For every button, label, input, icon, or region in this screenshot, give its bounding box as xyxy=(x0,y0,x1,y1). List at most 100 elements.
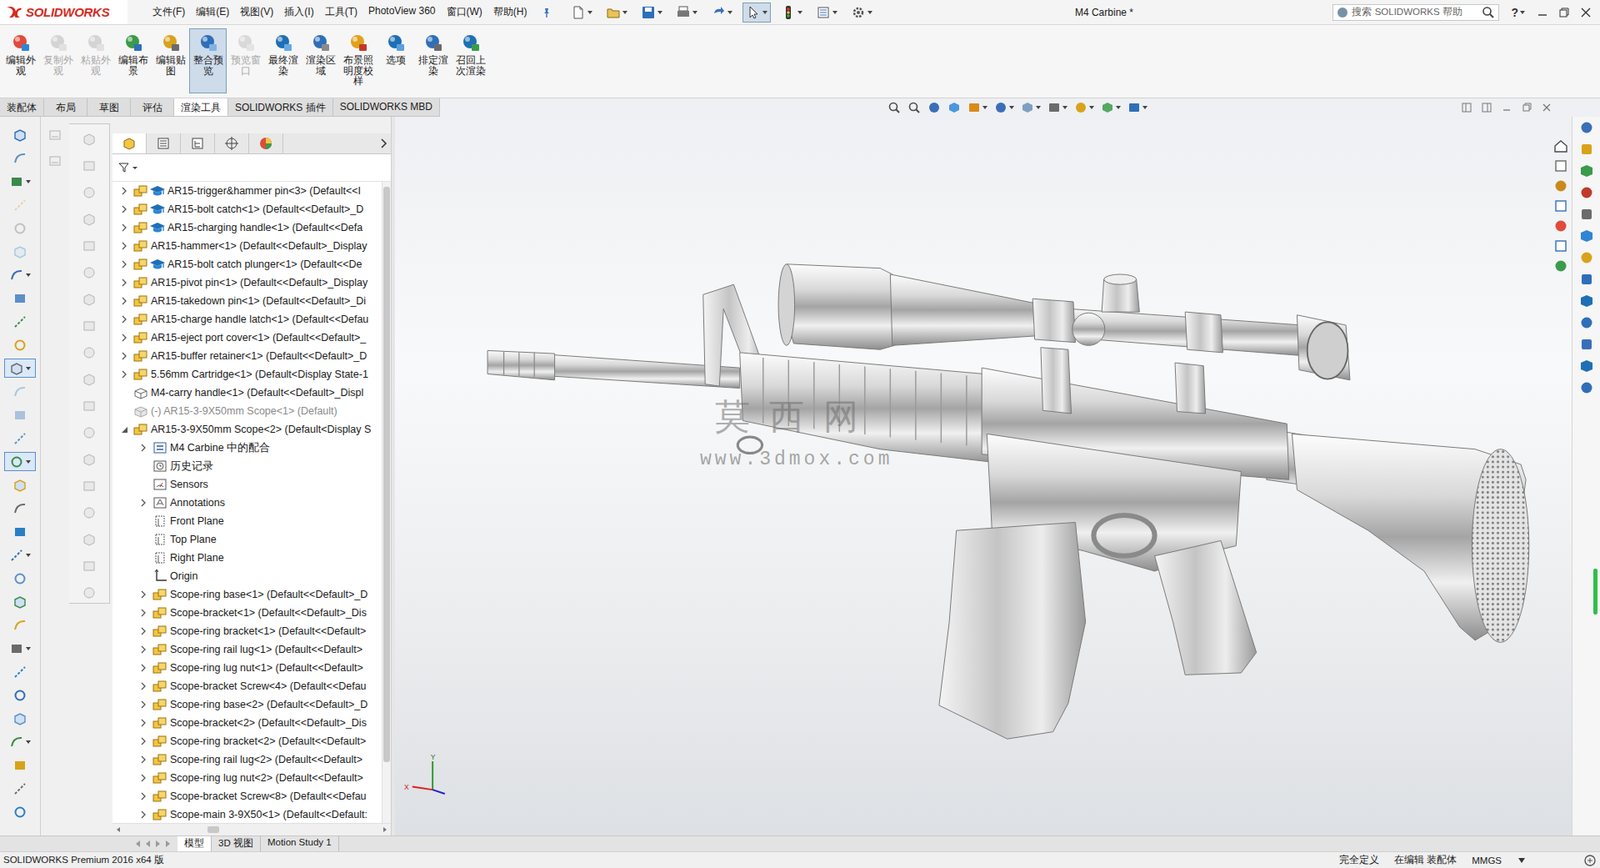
collapsed-arrow-icon[interactable] xyxy=(120,241,128,250)
receiver[interactable] xyxy=(939,367,1290,739)
tree-item[interactable]: AR15-bolt catch plunger<1> (Default<<De xyxy=(112,255,382,274)
tree-item[interactable]: AR15-bolt catch<1> (Default<<Default>_D xyxy=(112,200,382,219)
task-icon[interactable] xyxy=(1553,178,1569,194)
tree-item[interactable]: Top Plane xyxy=(112,530,382,549)
collapsed-arrow-icon[interactable] xyxy=(120,315,128,324)
collapsed-arrow-icon[interactable] xyxy=(140,608,147,617)
tree-item[interactable]: Scope-ring lug nut<2> (Default<<Default> xyxy=(112,768,382,787)
tree-item[interactable]: Scope-bracket<2> (Default<<Default>_Dis xyxy=(112,713,382,732)
menu-item[interactable]: 编辑(E) xyxy=(195,5,230,20)
tree-item[interactable]: Scope-ring bracket<2> (Default<<Default> xyxy=(112,731,382,750)
close-icon[interactable] xyxy=(1541,102,1552,113)
expander[interactable] xyxy=(115,296,133,305)
collapsed-arrow-icon[interactable] xyxy=(140,645,147,654)
collapsed-arrow-icon[interactable] xyxy=(120,260,128,269)
ribbon-button[interactable]: 选项 xyxy=(376,28,415,94)
tab[interactable]: SOLIDWORKS 插件 xyxy=(228,98,334,116)
expander[interactable] xyxy=(115,205,133,214)
task-pane-icon[interactable] xyxy=(1579,315,1595,330)
tree-item[interactable]: AR15-hammer<1> (Default<<Default>_Displa… xyxy=(112,236,382,255)
task-pane-icon[interactable] xyxy=(1579,185,1595,200)
collapsed-arrow-icon[interactable] xyxy=(140,773,147,782)
scope[interactable] xyxy=(778,264,1350,414)
expander[interactable] xyxy=(135,663,152,672)
view-tool-button[interactable] xyxy=(1020,100,1041,115)
sketch-tool-button[interactable] xyxy=(4,545,36,565)
collapsed-arrow-icon[interactable] xyxy=(140,755,147,764)
ribbon-button[interactable]: 编辑外观 xyxy=(1,28,40,94)
expander[interactable] xyxy=(135,700,152,709)
graphics-area[interactable]: YX莫西网www.3dmox.com xyxy=(395,116,1572,835)
sketch-tool-button[interactable] xyxy=(4,755,36,775)
collapsed-arrow-icon[interactable] xyxy=(120,205,128,214)
tree-item[interactable]: AR15-charge handle latch<1> (Default<<De… xyxy=(112,310,382,329)
toolbar-button[interactable] xyxy=(742,2,771,23)
ribbon-button[interactable]: 粘贴外观 xyxy=(76,28,115,94)
ribbon-button[interactable]: 最终渲染 xyxy=(264,28,302,94)
sketch-tool-button[interactable] xyxy=(4,171,36,191)
scroll-left-icon[interactable] xyxy=(114,825,123,834)
tree-item[interactable]: 历史记录 xyxy=(112,456,382,475)
expander[interactable] xyxy=(115,370,133,379)
tree-item[interactable]: Scope-bracket Screw<4> (Default<<Defau xyxy=(112,676,382,695)
expander[interactable] xyxy=(135,773,152,782)
expander[interactable] xyxy=(135,791,152,800)
panel-tab[interactable] xyxy=(215,133,250,154)
task-pane-icon[interactable] xyxy=(1579,163,1595,179)
tool-button[interactable] xyxy=(79,209,100,230)
close-icon[interactable] xyxy=(1580,6,1592,19)
tree-item[interactable]: M4-carry handle<1> (Default<<Default>_Di… xyxy=(112,383,382,402)
tool-button[interactable] xyxy=(79,555,100,576)
help-button[interactable]: ? xyxy=(1510,5,1525,20)
restore-icon[interactable] xyxy=(1558,6,1570,19)
task-icon[interactable] xyxy=(1553,238,1569,254)
collapsed-arrow-icon[interactable] xyxy=(140,681,147,690)
expander[interactable] xyxy=(115,186,133,195)
sketch-tool-button[interactable] xyxy=(4,428,36,448)
panel-tab[interactable] xyxy=(146,133,181,154)
collapsed-arrow-icon[interactable] xyxy=(120,351,128,360)
expander[interactable] xyxy=(115,260,133,269)
sketch-tool-button[interactable] xyxy=(4,778,36,798)
model-tab[interactable]: 模型 xyxy=(177,835,212,851)
task-pane-icon[interactable] xyxy=(1579,206,1595,222)
task-pane-icon[interactable] xyxy=(1579,380,1595,395)
ribbon-button[interactable]: 布景照明度校样 xyxy=(339,28,377,94)
menu-item[interactable]: 文件(F) xyxy=(152,5,185,20)
sketch-tool-button[interactable] xyxy=(4,591,36,611)
menu-item[interactable]: 工具(T) xyxy=(325,5,358,20)
ribbon-button[interactable]: 复制外观 xyxy=(39,28,77,94)
tab-scroll-icon[interactable] xyxy=(133,839,143,848)
task-pane-icon[interactable] xyxy=(1579,358,1595,374)
collapsed-arrow-icon[interactable] xyxy=(140,626,147,635)
tree-item[interactable]: AR15-trigger&hammer pin<3> (Default<<I xyxy=(112,181,382,200)
tile-right-icon[interactable] xyxy=(1481,102,1492,113)
view-tool-button[interactable] xyxy=(907,100,921,115)
minimize-icon[interactable] xyxy=(1536,6,1549,19)
tool-button[interactable] xyxy=(79,502,100,523)
sketch-tool-button[interactable] xyxy=(4,638,36,658)
tree-item[interactable]: Scope-main 3-9X50<1> (Default<<Default: xyxy=(112,805,382,823)
tool-button[interactable] xyxy=(79,262,100,283)
sketch-tool-button[interactable] xyxy=(4,801,36,821)
sketch-tool-button[interactable] xyxy=(4,195,36,215)
horizontal-scrollbar[interactable] xyxy=(112,822,391,835)
collapsed-arrow-icon[interactable] xyxy=(140,810,147,819)
sketch-tool-button[interactable] xyxy=(4,381,36,401)
task-pane-icon[interactable] xyxy=(1579,141,1595,157)
tool-button[interactable] xyxy=(79,235,100,256)
tree-item[interactable]: Scope-bracket Screw<8> (Default<<Defau xyxy=(112,786,382,805)
tree-item[interactable]: Scope-ring bracket<1> (Default<<Default> xyxy=(112,621,382,640)
expander[interactable] xyxy=(135,498,152,507)
expander[interactable] xyxy=(115,425,133,434)
sketch-tool-button[interactable] xyxy=(4,498,36,518)
expander[interactable] xyxy=(115,278,133,287)
ribbon-button[interactable]: 排定渲染 xyxy=(414,28,452,94)
vertical-scrollbar[interactable] xyxy=(381,181,391,823)
tree-item[interactable]: Scope-ring rail lug<1> (Default<<Default… xyxy=(112,640,382,659)
task-pane-icon[interactable] xyxy=(1579,250,1595,265)
view-tool-button[interactable] xyxy=(1127,100,1148,115)
sketch-tool-button[interactable] xyxy=(4,685,36,705)
expander[interactable] xyxy=(135,443,152,452)
panel-tab[interactable] xyxy=(180,133,215,154)
